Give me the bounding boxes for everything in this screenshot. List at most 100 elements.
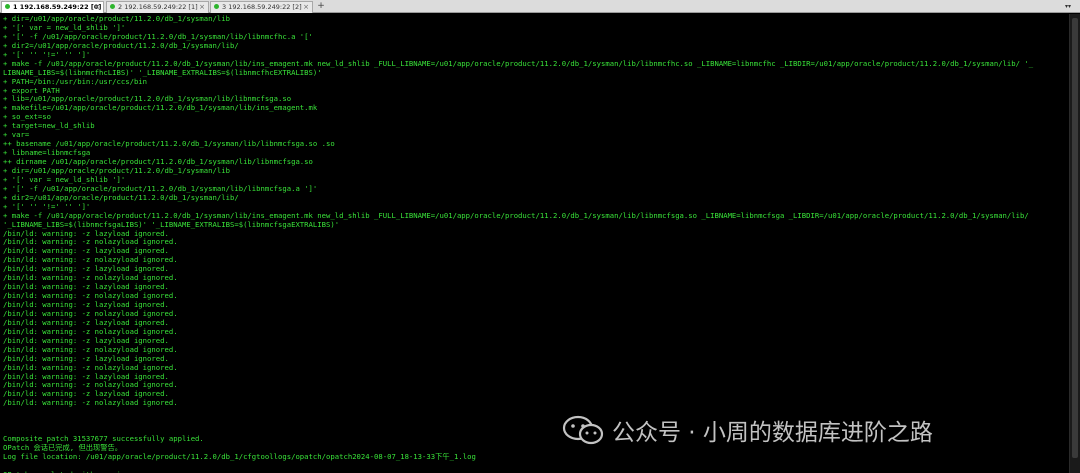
terminal-line: /bin/ld: warning: -z nolazyload ignored. xyxy=(3,238,1068,247)
terminal-line: /bin/ld: warning: -z lazyload ignored. xyxy=(3,230,1068,239)
terminal-line: /bin/ld: warning: -z lazyload ignored. xyxy=(3,337,1068,346)
terminal-line-text: + makefile=/u01/app/oracle/product/11.2.… xyxy=(3,104,318,113)
terminal-line: + '[' -f /u01/app/oracle/product/11.2.0/… xyxy=(3,185,1068,194)
tab-menu-button[interactable]: ▾▾ xyxy=(1058,1,1078,12)
terminal-line: + '[' var = new_ld_shlib ']' xyxy=(3,24,1068,33)
terminal-line-text: /bin/ld: warning: -z lazyload ignored. xyxy=(3,372,169,381)
terminal-line-text: /bin/ld: warning: -z nolazyload ignored. xyxy=(3,274,178,283)
terminal-line: + '[' '' '!=' '' ']' xyxy=(3,51,1068,60)
terminal-line: + make -f /u01/app/oracle/product/11.2.0… xyxy=(3,212,1068,221)
terminal-line-text: /bin/ld: warning: -z lazyload ignored. xyxy=(3,336,169,345)
terminal-line-text: /bin/ld: warning: -z nolazyload ignored. xyxy=(3,345,178,354)
tab-number: 3 xyxy=(222,3,227,11)
terminal-line-text: + lib=/u01/app/oracle/product/11.2.0/db_… xyxy=(3,95,292,104)
terminal-line: /bin/ld: warning: -z lazyload ignored. xyxy=(3,265,1068,274)
terminal-line: /bin/ld: warning: -z lazyload ignored. xyxy=(3,373,1068,382)
terminal-line-text: /bin/ld: warning: -z lazyload ignored. xyxy=(3,229,169,238)
terminal-line: /bin/ld: warning: -z nolazyload ignored. xyxy=(3,346,1068,355)
terminal-line-text: + '[' -f /u01/app/oracle/product/11.2.0/… xyxy=(3,184,318,193)
terminal-line-text: /bin/ld: warning: -z lazyload ignored. xyxy=(3,318,169,327)
watermark: 公众号 · 小周的数据库进阶之路 xyxy=(562,414,933,446)
terminal-line-text: + dir2=/u01/app/oracle/product/11.2.0/db… xyxy=(3,41,239,50)
terminal-line-text: + var= xyxy=(3,131,30,140)
terminal-line-text: + export PATH xyxy=(3,86,60,95)
terminal-line-text: LIBNAME_LIBS=$(libnmcfhcLIBS)' '_LIBNAME… xyxy=(3,68,322,77)
terminal-line-text: /bin/ld: warning: -z lazyload ignored. xyxy=(3,390,169,399)
terminal-line: + dir=/u01/app/oracle/product/11.2.0/db_… xyxy=(3,167,1068,176)
terminal-line: ++ basename /u01/app/oracle/product/11.2… xyxy=(3,140,1068,149)
terminal-line: + lib=/u01/app/oracle/product/11.2.0/db_… xyxy=(3,95,1068,104)
terminal-line: /bin/ld: warning: -z lazyload ignored. xyxy=(3,283,1068,292)
terminal-line-text: /bin/ld: warning: -z nolazyload ignored. xyxy=(3,238,178,247)
terminal-line-text: /bin/ld: warning: -z nolazyload ignored. xyxy=(3,256,178,265)
terminal-line: /bin/ld: warning: -z nolazyload ignored. xyxy=(3,381,1068,390)
connected-status-icon xyxy=(5,4,10,9)
tab-label: 192.168.59.249:22 [1] xyxy=(124,3,198,11)
terminal-line: /bin/ld: warning: -z lazyload ignored. xyxy=(3,390,1068,399)
tab-bar: 1 192.168.59.249:22 [0] × 2 192.168.59.2… xyxy=(0,0,1080,13)
terminal-line: LIBNAME_LIBS=$(libnmcfhcLIBS)' '_LIBNAME… xyxy=(3,69,1068,78)
terminal-line: + makefile=/u01/app/oracle/product/11.2.… xyxy=(3,104,1068,113)
terminal-line-text: + PATH=/bin:/usr/bin:/usr/ccs/bin xyxy=(3,77,148,86)
terminal-line-text: + '[' -f /u01/app/oracle/product/11.2.0/… xyxy=(3,32,313,41)
add-tab-button[interactable]: + xyxy=(314,1,328,13)
terminal-line-text: + make -f /u01/app/oracle/product/11.2.0… xyxy=(3,211,1029,220)
terminal-line: + dir2=/u01/app/oracle/product/11.2.0/db… xyxy=(3,194,1068,203)
terminal-line-text: /bin/ld: warning: -z nolazyload ignored. xyxy=(3,381,178,390)
close-icon[interactable]: × xyxy=(303,2,309,13)
terminal-line: + target=new_ld_shlib xyxy=(3,122,1068,131)
terminal-line-text: /bin/ld: warning: -z lazyload ignored. xyxy=(3,265,169,274)
close-icon[interactable]: × xyxy=(94,2,100,13)
terminal-line-text: + so_ext=so xyxy=(3,113,52,122)
watermark-text: 公众号 · 小周的数据库进阶之路 xyxy=(612,420,933,446)
terminal-line: /bin/ld: warning: -z nolazyload ignored. xyxy=(3,328,1068,337)
terminal-line: + make -f /u01/app/oracle/product/11.2.0… xyxy=(3,60,1068,69)
terminal-line-text: + '[' '' '!=' '' ']' xyxy=(3,202,91,211)
terminal-line-text: /bin/ld: warning: -z lazyload ignored. xyxy=(3,247,169,256)
tab-label: 192.168.59.249:22 [0] xyxy=(19,3,102,11)
terminal-output[interactable]: + dir=/u01/app/oracle/product/11.2.0/db_… xyxy=(0,15,1068,473)
tab-number: 1 xyxy=(13,3,18,11)
terminal-line-text: + dir2=/u01/app/oracle/product/11.2.0/db… xyxy=(3,193,239,202)
terminal-line: + so_ext=so xyxy=(3,113,1068,122)
terminal-line: + dir2=/u01/app/oracle/product/11.2.0/db… xyxy=(3,42,1068,51)
terminal-line-text: + dir=/u01/app/oracle/product/11.2.0/db_… xyxy=(3,166,230,175)
terminal-line-text: /bin/ld: warning: -z nolazyload ignored. xyxy=(3,292,178,301)
vertical-scrollbar[interactable] xyxy=(1069,14,1080,473)
terminal-line-text: '_LIBNAME_LIBS=$(libnmcfsgaLIBS)' '_LIBN… xyxy=(3,220,340,229)
connected-status-icon xyxy=(214,4,219,9)
terminal-line: ++ dirname /u01/app/oracle/product/11.2.… xyxy=(3,158,1068,167)
terminal-line-text: + '[' '' '!=' '' ']' xyxy=(3,50,91,59)
terminal-line-text: ++ dirname /u01/app/oracle/product/11.2.… xyxy=(3,158,313,166)
terminal-line-text: + make -f /u01/app/oracle/product/11.2.0… xyxy=(3,59,1034,68)
terminal-line: /bin/ld: warning: -z nolazyload ignored. xyxy=(3,256,1068,265)
terminal-line-text: + dir=/u01/app/oracle/product/11.2.0/db_… xyxy=(3,15,230,23)
tab-session-2[interactable]: 2 192.168.59.249:22 [1] × xyxy=(106,1,209,13)
terminal-line: /bin/ld: warning: -z nolazyload ignored. xyxy=(3,274,1068,283)
terminal-line: /bin/ld: warning: -z nolazyload ignored. xyxy=(3,364,1068,373)
terminal-line-text: /bin/ld: warning: -z lazyload ignored. xyxy=(3,301,169,309)
terminal-line-text: + libname=libnmcfsga xyxy=(3,149,91,158)
terminal-line: + '[' '' '!=' '' ']' xyxy=(3,203,1068,212)
terminal-line: /bin/ld: warning: -z lazyload ignored. xyxy=(3,319,1068,328)
scrollbar-thumb[interactable] xyxy=(1072,18,1078,458)
close-icon[interactable]: × xyxy=(199,2,205,13)
terminal-line: /bin/ld: warning: -z nolazyload ignored. xyxy=(3,310,1068,319)
terminal-line-text: /bin/ld: warning: -z lazyload ignored. xyxy=(3,283,169,292)
tab-session-1[interactable]: 1 192.168.59.249:22 [0] × xyxy=(1,1,104,13)
terminal-line: /bin/ld: warning: -z nolazyload ignored. xyxy=(3,292,1068,301)
terminal-line-text: /bin/ld: warning: -z nolazyload ignored. xyxy=(3,327,178,336)
terminal-line: + var= xyxy=(3,131,1068,140)
terminal-line: /bin/ld: warning: -z lazyload ignored. xyxy=(3,247,1068,256)
terminal-line-text: + target=new_ld_shlib xyxy=(3,122,95,131)
terminal-line: /bin/ld: warning: -z lazyload ignored. xyxy=(3,355,1068,364)
terminal-line-text: + '[' var = new_ld_shlib ']' xyxy=(3,175,126,184)
tab-session-3[interactable]: 3 192.168.59.249:22 [2] × xyxy=(210,1,313,13)
terminal-line-text: OPatch 会话已完成, 但出现警告。 xyxy=(3,444,123,452)
terminal-line: /bin/ld: warning: -z lazyload ignored. xyxy=(3,301,1068,310)
terminal-line-text: /bin/ld: warning: -z nolazyload ignored. xyxy=(3,363,178,372)
wechat-icon xyxy=(562,415,604,445)
terminal-line-text: + '[' var = new_ld_shlib ']' xyxy=(3,23,126,32)
terminal-line: + libname=libnmcfsga xyxy=(3,149,1068,158)
